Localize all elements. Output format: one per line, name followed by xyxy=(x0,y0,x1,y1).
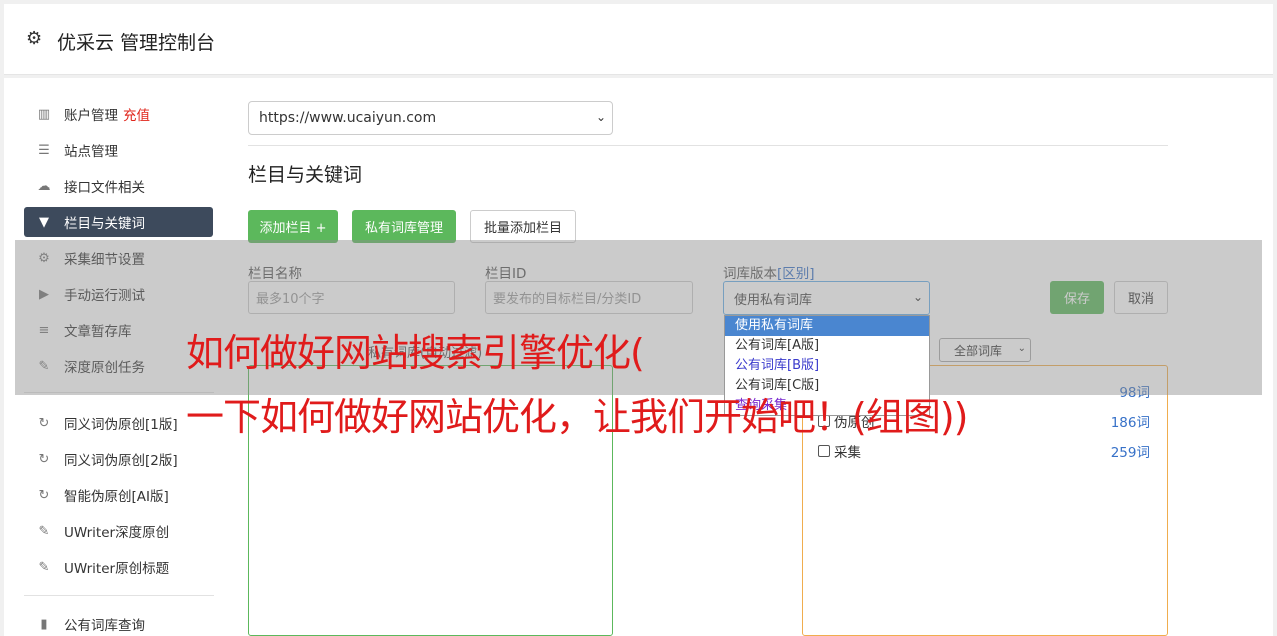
section-title: 栏目与关键词 xyxy=(248,164,363,186)
dropdown-option[interactable]: 公有词库[B版] xyxy=(725,356,929,376)
dropdown-option[interactable]: 公有词库[A版] xyxy=(725,336,929,356)
divider xyxy=(248,145,1168,146)
edit-icon: ✎ xyxy=(38,523,50,539)
sidebar-item-uwriter-title[interactable]: ✎ UWriter原创标题 xyxy=(24,552,213,582)
refresh-icon: ↻ xyxy=(38,415,50,431)
refresh-icon: ↻ xyxy=(38,487,50,503)
sidebar-item-columns[interactable]: ▼ 栏目与关键词 xyxy=(24,207,213,237)
edit-icon: ✎ xyxy=(38,559,50,575)
sidebar-item-label: 栏目与关键词 xyxy=(64,216,145,232)
server-icon: ☰ xyxy=(38,142,50,158)
page-title: 优采云 管理控制台 xyxy=(57,32,216,54)
sidebar-item-account[interactable]: ▥ 账户管理 充值 xyxy=(24,99,213,129)
chevron-down-icon: ⌄ xyxy=(595,110,606,124)
sidebar-item-label: 同义词伪原创[1版] xyxy=(64,417,178,433)
lib-row[interactable]: 采集 259词 xyxy=(818,440,1150,462)
private-lib-button[interactable]: 私有词库管理 xyxy=(352,210,456,243)
overlay-headline-line2: 一下如何做好网站优化，让我们开始吧！(组图)) xyxy=(186,395,968,439)
recharge-link[interactable]: 充值 xyxy=(123,104,150,124)
sidebar-item-label: UWriter原创标题 xyxy=(64,561,170,577)
sidebar-item-interface[interactable]: ☁ 接口文件相关 xyxy=(24,171,213,201)
sidebar-item-sites[interactable]: ☰ 站点管理 xyxy=(24,135,213,165)
top-bar: ⚙ 优采云 管理控制台 xyxy=(4,4,1273,75)
lib-row-label: 采集 xyxy=(834,445,861,461)
gear-icon: ⚙ xyxy=(26,28,43,49)
lib-row-count: 186词 xyxy=(1110,415,1150,431)
refresh-icon: ↻ xyxy=(38,451,50,467)
sidebar-item-label: UWriter深度原创 xyxy=(64,525,170,541)
cloud-upload-icon: ☁ xyxy=(37,178,51,194)
filter-icon: ▼ xyxy=(39,214,49,230)
sidebar-item-label: 账户管理 xyxy=(64,108,118,124)
site-select-value: https://www.ucaiyun.com xyxy=(259,110,437,126)
overlay-headline-line1: 如何做好网站搜索引擎优化( xyxy=(186,331,645,375)
bar-chart-icon: ▥ xyxy=(37,106,51,122)
book-icon: ▮ xyxy=(40,616,48,632)
sidebar-item-label: 公有词库查询 xyxy=(64,618,145,634)
sidebar-item-synonym-1[interactable]: ↻ 同义词伪原创[1版] xyxy=(24,408,213,438)
sidebar-item-label: 智能伪原创[AI版] xyxy=(64,489,169,505)
sidebar-item-uwriter-deep[interactable]: ✎ UWriter深度原创 xyxy=(24,516,213,546)
dropdown-option[interactable]: 使用私有词库 xyxy=(725,316,929,336)
lib-row-count: 259词 xyxy=(1110,445,1150,461)
site-select[interactable]: https://www.ucaiyun.com ⌄ xyxy=(248,101,613,135)
lib-checkbox[interactable] xyxy=(818,445,830,457)
batch-add-button[interactable]: 批量添加栏目 xyxy=(470,210,576,243)
sidebar-item-synonym-2[interactable]: ↻ 同义词伪原创[2版] xyxy=(24,444,213,474)
sidebar-item-label: 站点管理 xyxy=(64,144,118,160)
sidebar-item-public-lib[interactable]: ▮ 公有词库查询 xyxy=(24,609,213,636)
add-column-button[interactable]: 添加栏目 + xyxy=(248,210,338,243)
sidebar-item-label: 接口文件相关 xyxy=(64,180,145,196)
sidebar-item-ai[interactable]: ↻ 智能伪原创[AI版] xyxy=(24,480,213,510)
sidebar-divider xyxy=(24,595,214,596)
sidebar-item-label: 同义词伪原创[2版] xyxy=(64,453,178,469)
